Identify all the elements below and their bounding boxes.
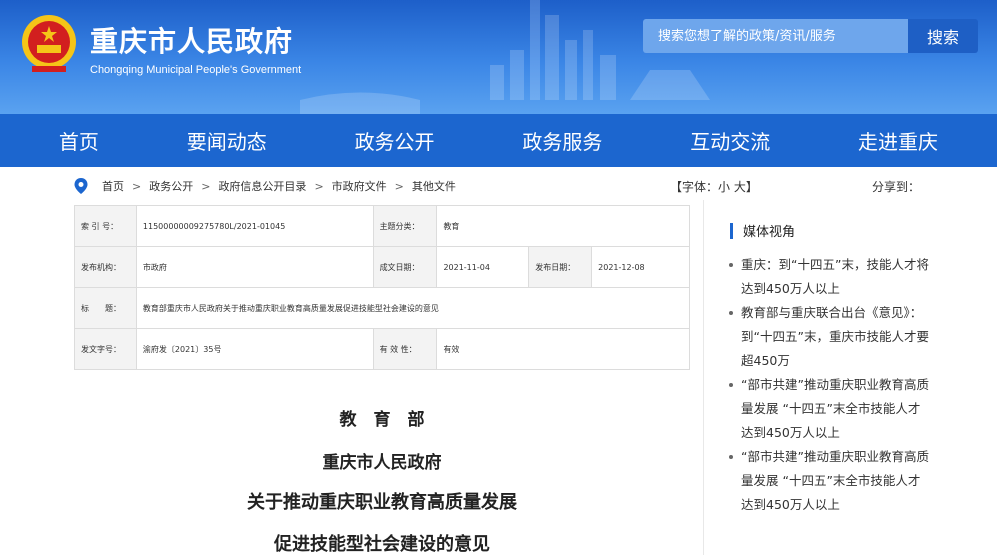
nav-item-home[interactable]: 首页 xyxy=(59,126,99,155)
category-label: 主题分类： xyxy=(372,205,438,247)
document-info-table: 索 引 号： 11500000009275780L/2021-01045 主题分… xyxy=(74,205,691,370)
index-value: 11500000009275780L/2021-01045 xyxy=(135,205,374,247)
breadcrumb-open-government[interactable]: 政务公开 xyxy=(149,178,193,194)
search-box xyxy=(643,19,908,53)
nav-item-interaction[interactable]: 互动交流 xyxy=(690,126,770,155)
nav-item-services[interactable]: 政务服务 xyxy=(522,126,602,155)
breadcrumb-separator: > xyxy=(394,179,404,193)
sidebar-divider xyxy=(703,200,704,555)
doc-number-label: 发文字号： xyxy=(74,328,137,370)
validity-label: 有 效 性： xyxy=(372,328,438,370)
index-label: 索 引 号： xyxy=(74,205,137,247)
site-title[interactable]: 重庆市人民政府 xyxy=(90,20,293,60)
category-value: 教育 xyxy=(436,205,690,247)
written-date-value: 2021-11-04 xyxy=(436,246,530,288)
breadcrumb-separator: > xyxy=(314,179,324,193)
national-emblem-icon xyxy=(22,15,76,72)
breadcrumb-separator: > xyxy=(132,179,142,193)
published-date-label: 发布日期： xyxy=(528,246,593,288)
site-header: 重庆市人民政府 Chongqing Municipal People's Gov… xyxy=(0,0,997,114)
breadcrumb-municipal-docs[interactable]: 市政府文件 xyxy=(332,178,387,194)
doc-number-value: 渝府发〔2021〕35号 xyxy=(135,328,374,370)
issuer-value: 市政府 xyxy=(135,246,374,288)
media-news-item[interactable]: “部市共建”推动重庆职业教育高质量发展 “十四五”末全市技能人才达到450万人以… xyxy=(729,445,929,517)
title-label: 标 题： xyxy=(74,287,137,329)
location-pin-icon xyxy=(74,178,88,194)
media-news-item[interactable]: 重庆：到“十四五”末，技能人才将达到450万人以上 xyxy=(729,253,929,301)
sidebar-heading: 媒体视角 xyxy=(730,221,795,240)
doc-title-issuer-2: 重庆市人民政府 xyxy=(322,453,442,473)
doc-title-main-line-2: 促进技能型社会建设的意见 xyxy=(274,534,490,555)
share-label: 分享到： xyxy=(872,180,921,194)
published-date-value: 2021-12-08 xyxy=(591,246,690,288)
issuer-label: 发布机构： xyxy=(74,246,137,288)
main-nav: 首页 要闻动态 政务公开 政务服务 互动交流 走进重庆 xyxy=(0,114,997,167)
nav-item-open-government[interactable]: 政务公开 xyxy=(355,126,435,155)
media-news-item[interactable]: 教育部与重庆联合出台《意见》：到“十四五”末，重庆市技能人才要超450万 xyxy=(729,301,929,373)
search-input[interactable] xyxy=(643,19,908,53)
breadcrumb-info-catalog[interactable]: 政府信息公开目录 xyxy=(218,178,306,194)
title-value: 教育部重庆市人民政府关于推动重庆职业教育高质量发展促进技能型社会建设的意见 xyxy=(135,287,691,329)
media-news-item[interactable]: “部市共建”推动重庆职业教育高质量发展 “十四五”末全市技能人才达到450万人以… xyxy=(729,373,929,445)
sidebar-heading-text: 媒体视角 xyxy=(743,225,796,240)
city-skyline-decoration xyxy=(300,0,710,114)
written-date-label: 成文日期： xyxy=(372,246,438,288)
nav-item-news[interactable]: 要闻动态 xyxy=(187,126,267,155)
breadcrumb-other-docs[interactable]: 其他文件 xyxy=(412,178,456,194)
font-size-control[interactable]: 【字体：小 大】 xyxy=(670,178,758,195)
heading-accent-bar xyxy=(730,222,733,239)
breadcrumb-separator: > xyxy=(201,179,211,193)
breadcrumb-home[interactable]: 首页 xyxy=(102,178,124,194)
search-button[interactable]: 搜索 xyxy=(908,19,978,53)
validity-value: 有效 xyxy=(436,328,690,370)
site-subtitle: Chongqing Municipal People's Government xyxy=(90,64,302,76)
media-news-list: 重庆：到“十四五”末，技能人才将达到450万人以上 教育部与重庆联合出台《意见》… xyxy=(729,253,929,517)
breadcrumb: 首页 > 政务公开 > 政府信息公开目录 > 市政府文件 > 其他文件 xyxy=(74,176,954,196)
doc-title-issuer-1: 教 育 部 xyxy=(339,410,425,430)
nav-item-about-chongqing[interactable]: 走进重庆 xyxy=(858,126,938,155)
doc-title-main-line-1: 关于推动重庆职业教育高质量发展 xyxy=(247,492,517,513)
